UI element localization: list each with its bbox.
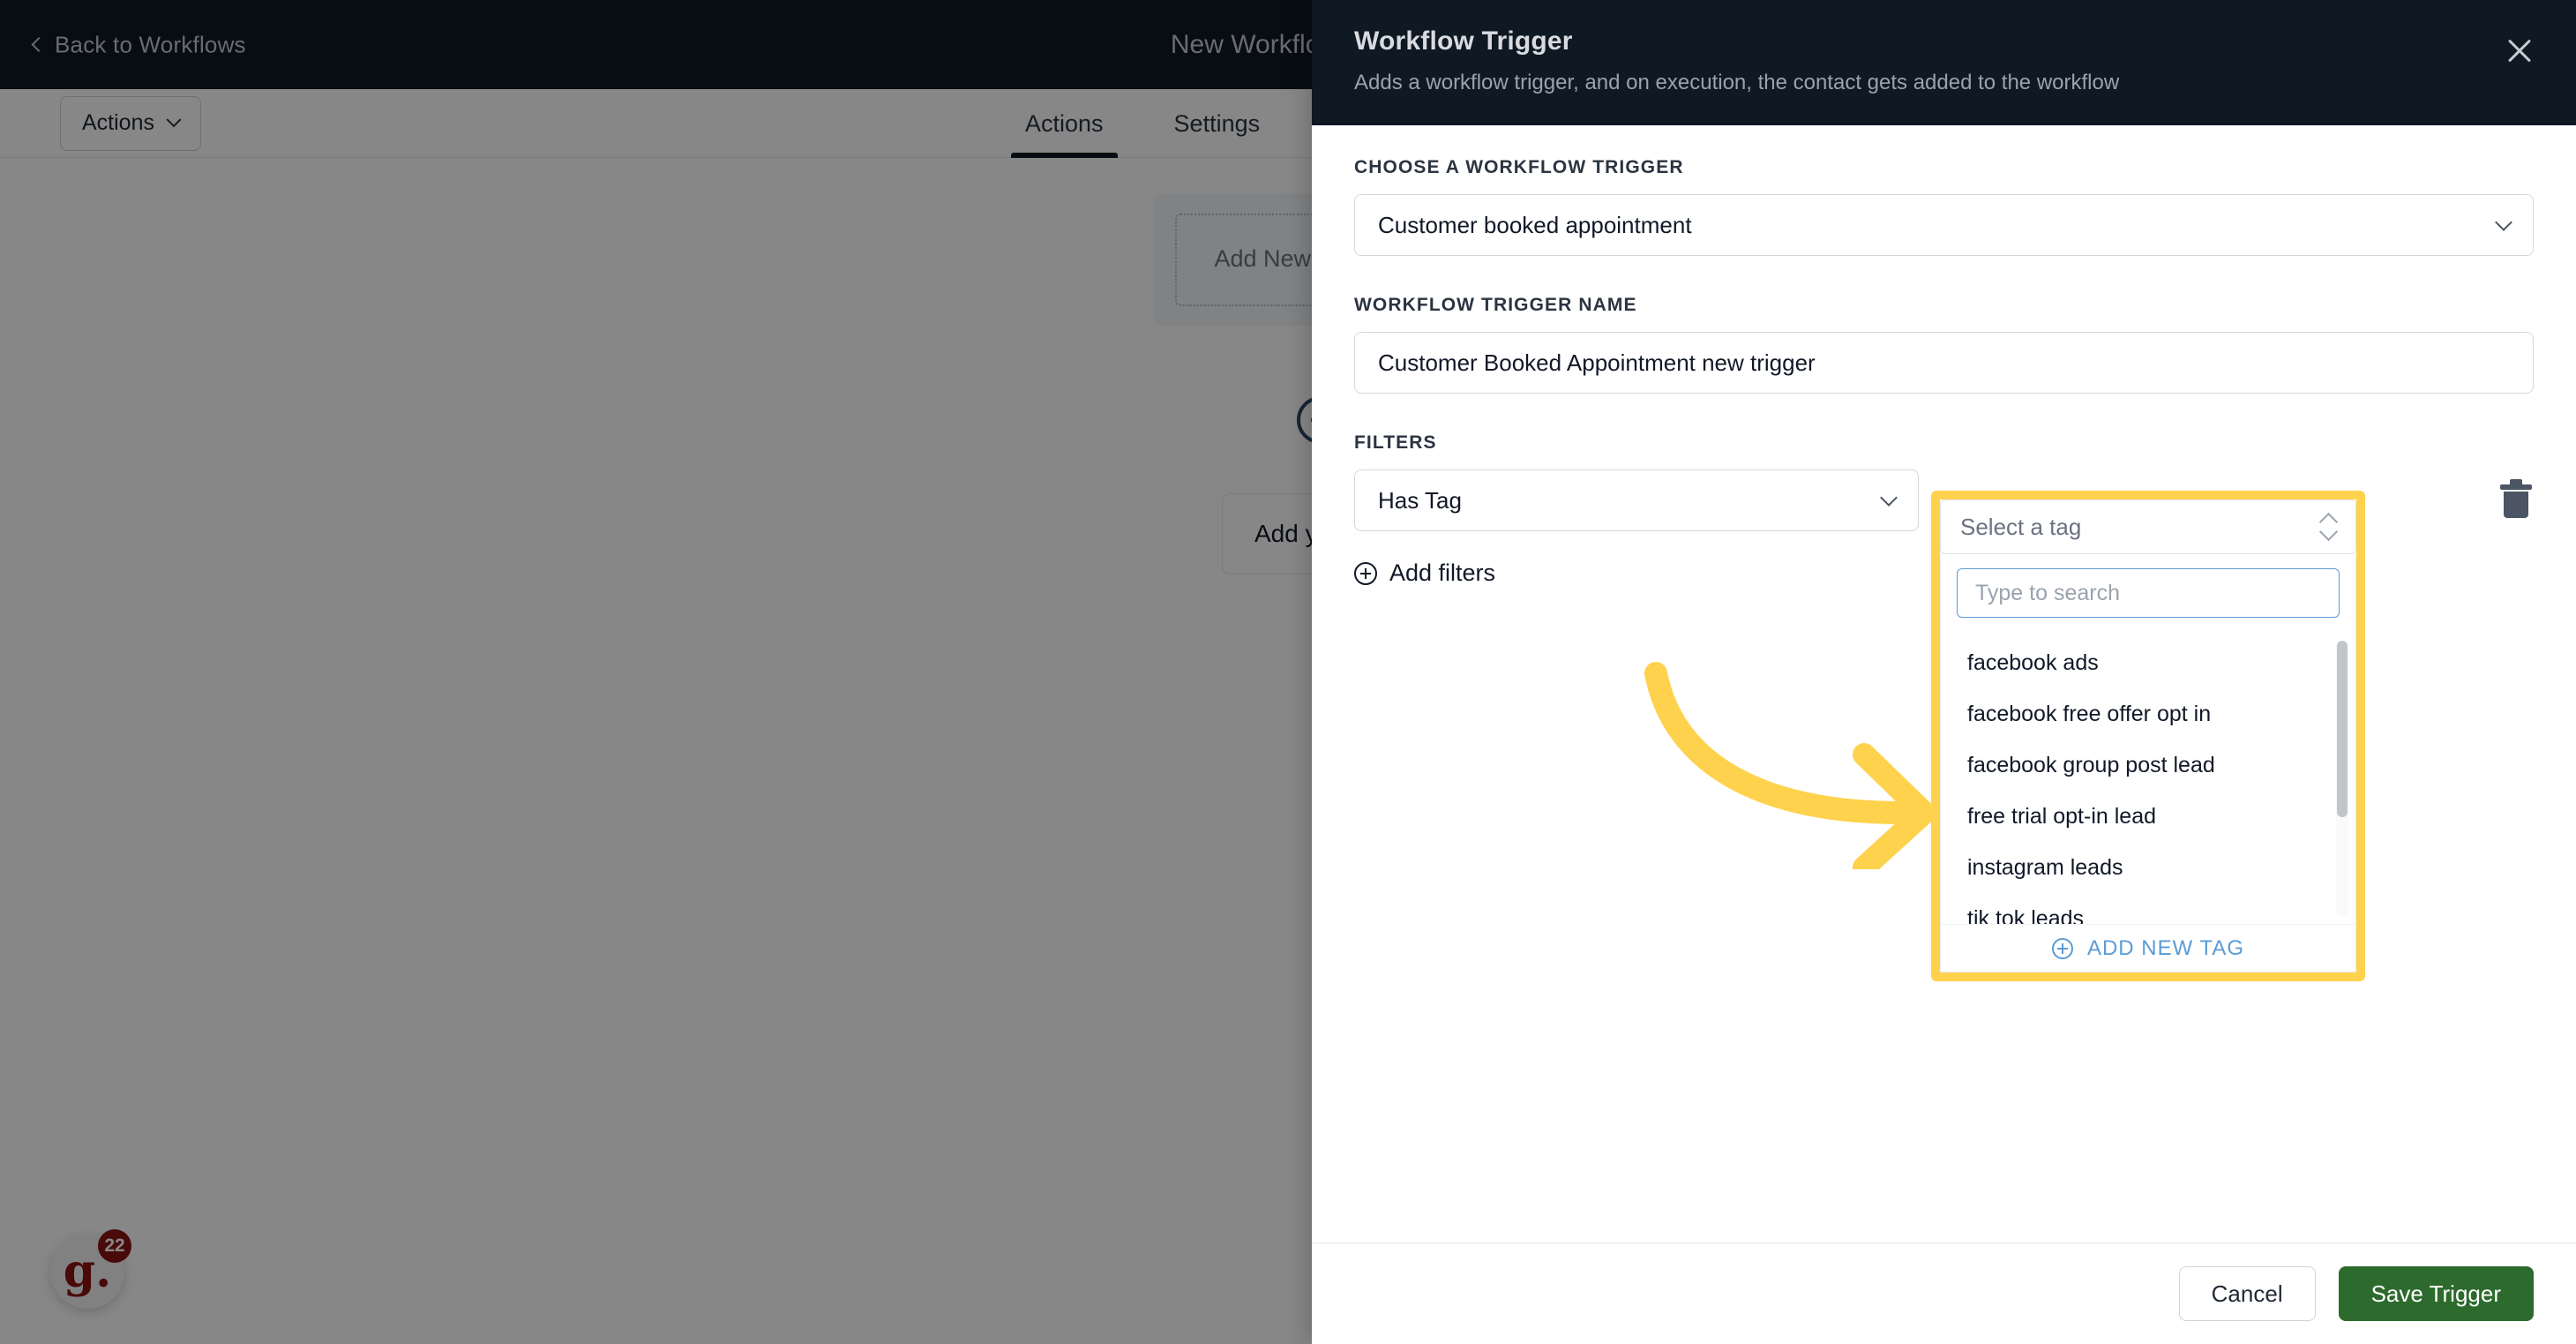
tag-search-wrapper <box>1941 568 2355 634</box>
tag-option-label: facebook ads <box>1967 649 2099 675</box>
add-new-tag-button[interactable]: ADD NEW TAG <box>1941 924 2355 972</box>
tag-option-label: instagram leads <box>1967 854 2123 880</box>
scrollbar-thumb[interactable] <box>2337 641 2348 818</box>
modal-backdrop[interactable] <box>0 0 1312 1344</box>
tag-dropdown-highlight: Select a tag facebook ads facebook free … <box>1931 491 2365 981</box>
trash-icon[interactable] <box>2498 479 2534 520</box>
cancel-button-label: Cancel <box>2211 1280 2283 1307</box>
filter-type-select[interactable]: Has Tag <box>1354 469 1919 531</box>
plus-circle-icon <box>1354 561 1377 585</box>
chevron-up-down-icon <box>2320 514 2336 540</box>
trigger-name-value: Customer Booked Appointment new trigger <box>1378 349 1816 376</box>
tag-option-label: facebook group post lead <box>1967 752 2215 777</box>
chevron-down-icon <box>2495 214 2512 231</box>
tag-dropdown-panel: facebook ads facebook free offer opt in … <box>1940 554 2356 972</box>
choose-trigger-label: CHOOSE A WORKFLOW TRIGGER <box>1354 157 1684 177</box>
choose-trigger-value: Customer booked appointment <box>1378 211 1692 238</box>
tag-search-input[interactable] <box>1957 568 2340 618</box>
tag-option-label: tik tok leads <box>1967 905 2085 925</box>
cancel-button[interactable]: Cancel <box>2178 1266 2316 1321</box>
trigger-name-input[interactable]: Customer Booked Appointment new trigger <box>1354 332 2534 394</box>
list-item[interactable]: facebook ads <box>1941 637 2355 688</box>
tag-option-label: free trial opt-in lead <box>1967 803 2157 829</box>
panel-footer: Cancel Save Trigger <box>1312 1243 2576 1344</box>
tag-select-value: Select a tag <box>1960 513 2082 540</box>
panel-title: Workflow Trigger <box>1354 26 1573 56</box>
vertical-scrollbar[interactable] <box>2336 641 2348 917</box>
list-item[interactable]: tik tok leads <box>1941 893 2355 925</box>
tag-option-label: facebook free offer opt in <box>1967 701 2212 726</box>
add-new-tag-label: ADD NEW TAG <box>2086 935 2245 960</box>
list-item[interactable]: instagram leads <box>1941 842 2355 893</box>
add-filters-button[interactable]: Add filters <box>1354 559 1495 587</box>
tag-option-list[interactable]: facebook ads facebook free offer opt in … <box>1941 634 2355 924</box>
tag-dropdown: Select a tag facebook ads facebook free … <box>1940 499 2356 972</box>
filter-type-value: Has Tag <box>1378 486 1462 514</box>
list-item[interactable]: free trial opt-in lead <box>1941 791 2355 842</box>
screen-root: Back to Workflows New Workflow : 168 Act… <box>0 0 2576 1344</box>
save-trigger-button[interactable]: Save Trigger <box>2338 1266 2534 1321</box>
choose-trigger-select[interactable]: Customer booked appointment <box>1354 194 2534 256</box>
tag-select-trigger[interactable]: Select a tag <box>1940 499 2356 554</box>
save-trigger-button-label: Save Trigger <box>2370 1280 2501 1307</box>
list-item[interactable]: facebook free offer opt in <box>1941 688 2355 740</box>
close-icon[interactable] <box>2502 34 2537 69</box>
filters-label: FILTERS <box>1354 432 1437 453</box>
chevron-down-icon <box>1880 489 1898 507</box>
plus-circle-icon <box>2051 937 2073 959</box>
panel-subtitle: Adds a workflow trigger, and on executio… <box>1354 71 2120 94</box>
trigger-name-label: WORKFLOW TRIGGER NAME <box>1354 295 1637 315</box>
panel-header: Workflow Trigger Adds a workflow trigger… <box>1312 0 2576 125</box>
list-item[interactable]: facebook group post lead <box>1941 740 2355 791</box>
add-filters-label: Add filters <box>1389 559 1496 586</box>
